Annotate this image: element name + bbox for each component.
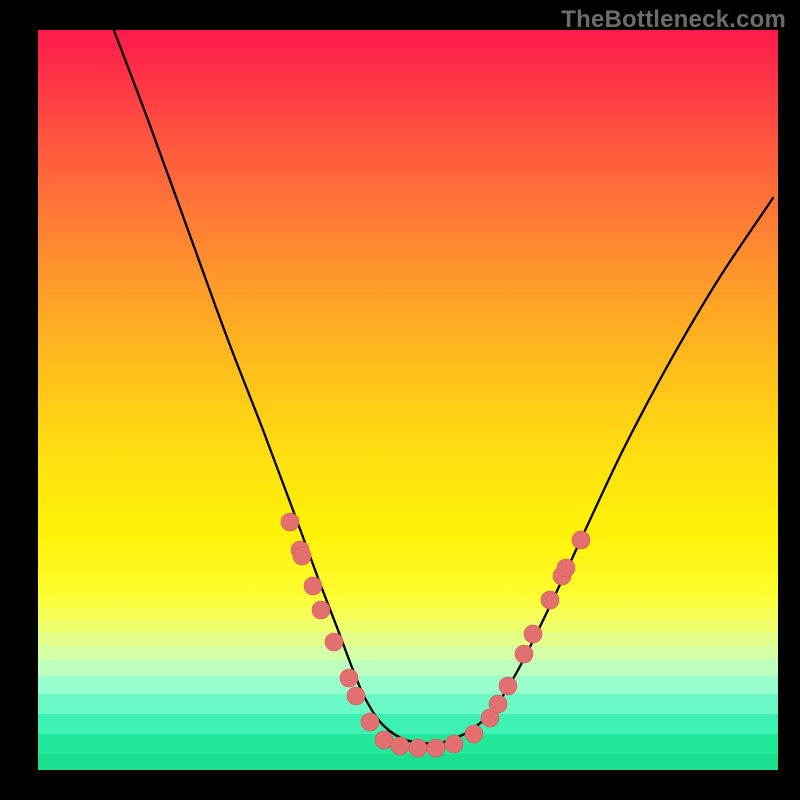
data-dot xyxy=(445,735,463,753)
right-curve xyxy=(438,198,773,744)
data-dot xyxy=(427,739,445,757)
data-dot xyxy=(572,531,590,549)
data-dot xyxy=(515,645,533,663)
data-dot xyxy=(340,669,358,687)
data-dot xyxy=(375,731,393,749)
data-dot xyxy=(409,739,427,757)
curves-svg xyxy=(38,30,778,770)
plot-area xyxy=(38,30,778,770)
data-dot xyxy=(361,713,379,731)
data-dot xyxy=(557,559,575,577)
chart-frame: TheBottleneck.com xyxy=(0,0,800,800)
data-dot xyxy=(499,677,517,695)
data-dot xyxy=(489,695,507,713)
watermark-text: TheBottleneck.com xyxy=(561,6,786,34)
curve-group xyxy=(110,20,773,744)
data-dot xyxy=(541,591,559,609)
data-dot xyxy=(347,687,365,705)
data-dot xyxy=(465,725,483,743)
data-dot xyxy=(524,625,542,643)
data-dot xyxy=(312,601,330,619)
data-dot xyxy=(391,737,409,755)
data-dot xyxy=(281,513,299,531)
dots-group xyxy=(281,513,590,757)
left-curve xyxy=(110,20,438,744)
data-dot xyxy=(325,633,343,651)
data-dot xyxy=(304,577,322,595)
data-dot xyxy=(293,547,311,565)
